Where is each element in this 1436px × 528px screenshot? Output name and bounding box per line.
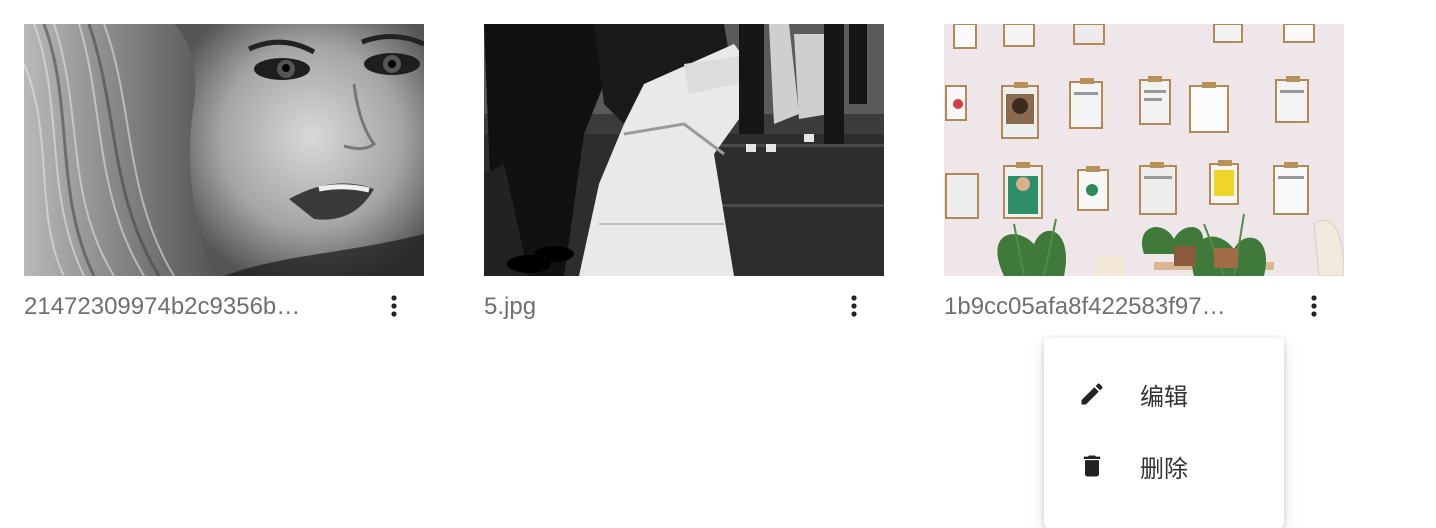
more-vertical-icon <box>851 295 857 317</box>
menu-item-delete[interactable]: 删除 <box>1044 430 1284 502</box>
portrait-image <box>24 24 424 276</box>
menu-item-label: 编辑 <box>1140 382 1188 411</box>
more-options-button[interactable] <box>834 286 874 326</box>
image-thumbnail[interactable] <box>484 24 884 276</box>
card-caption: 21472309974b2c9356b… <box>24 276 424 334</box>
gallery-card: 5.jpg <box>484 24 884 334</box>
street-photo-image <box>484 24 884 276</box>
pencil-icon <box>1076 378 1108 410</box>
menu-item-label: 删除 <box>1140 454 1188 483</box>
context-menu: 编辑 删除 <box>1044 338 1284 528</box>
clipboard-wall-image <box>944 24 1344 276</box>
image-gallery: 21472309974b2c9356b… 5.jpg 1b9cc05afa8f4… <box>0 0 1436 528</box>
more-options-button[interactable] <box>1294 286 1334 326</box>
file-name: 21472309974b2c9356b… <box>24 293 301 320</box>
gallery-card: 21472309974b2c9356b… <box>24 24 424 334</box>
image-thumbnail[interactable] <box>24 24 424 276</box>
more-vertical-icon <box>391 295 397 317</box>
card-caption: 5.jpg <box>484 276 884 334</box>
trash-icon <box>1076 450 1108 482</box>
card-caption: 1b9cc05afa8f422583f97… <box>944 276 1344 334</box>
more-options-button[interactable] <box>374 286 414 326</box>
file-name: 5.jpg <box>484 293 537 320</box>
gallery-card: 1b9cc05afa8f422583f97… <box>944 24 1344 334</box>
more-vertical-icon <box>1311 295 1317 317</box>
image-thumbnail[interactable] <box>944 24 1344 276</box>
file-name: 1b9cc05afa8f422583f97… <box>944 293 1226 320</box>
menu-item-edit[interactable]: 编辑 <box>1044 358 1284 430</box>
